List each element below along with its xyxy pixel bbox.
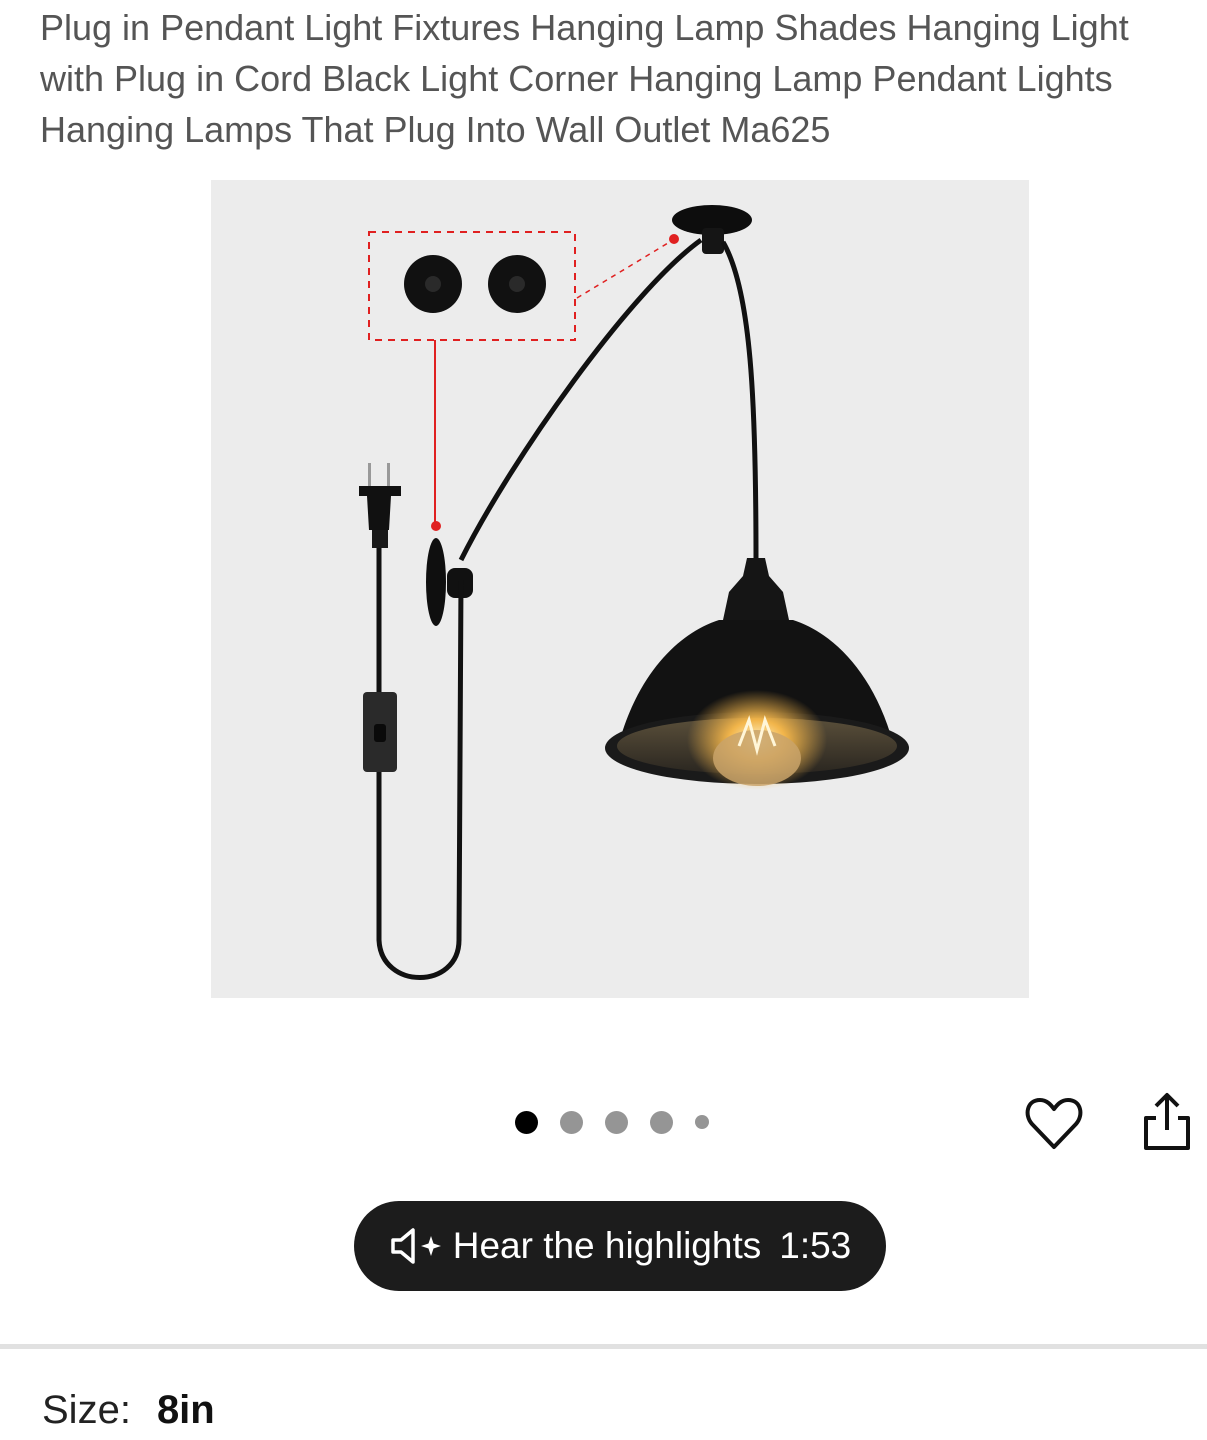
product-title: Plug in Pendant Light Fixtures Hanging L… <box>40 7 1129 150</box>
pagination-dot-2[interactable] <box>560 1110 583 1134</box>
section-divider <box>0 1344 1207 1349</box>
audio-duration: 1:53 <box>779 1225 852 1266</box>
pagination-dot-3[interactable] <box>605 1110 628 1134</box>
size-label: Size: <box>42 1388 131 1432</box>
pagination-dot-4[interactable] <box>650 1110 673 1134</box>
size-selector[interactable]: Size: 8in <box>42 1388 215 1433</box>
image-pagination[interactable] <box>515 1108 709 1136</box>
share-button[interactable] <box>1140 1090 1194 1154</box>
pendant-lamp-photo <box>211 180 1029 998</box>
hear-highlights-label: Hear the highlights <box>452 1225 762 1266</box>
pagination-dot-5[interactable] <box>695 1115 709 1129</box>
heart-outline-icon <box>1025 1098 1083 1149</box>
speaker-sparkle-icon <box>389 1226 445 1266</box>
share-icon <box>1144 1093 1190 1150</box>
hear-highlights-button[interactable]: Hear the highlights 1:53 <box>354 1201 886 1291</box>
pagination-dot-1[interactable] <box>515 1110 538 1134</box>
product-image[interactable] <box>211 180 1029 998</box>
favorite-button[interactable] <box>1024 1094 1084 1154</box>
size-value: 8in <box>156 1388 215 1432</box>
